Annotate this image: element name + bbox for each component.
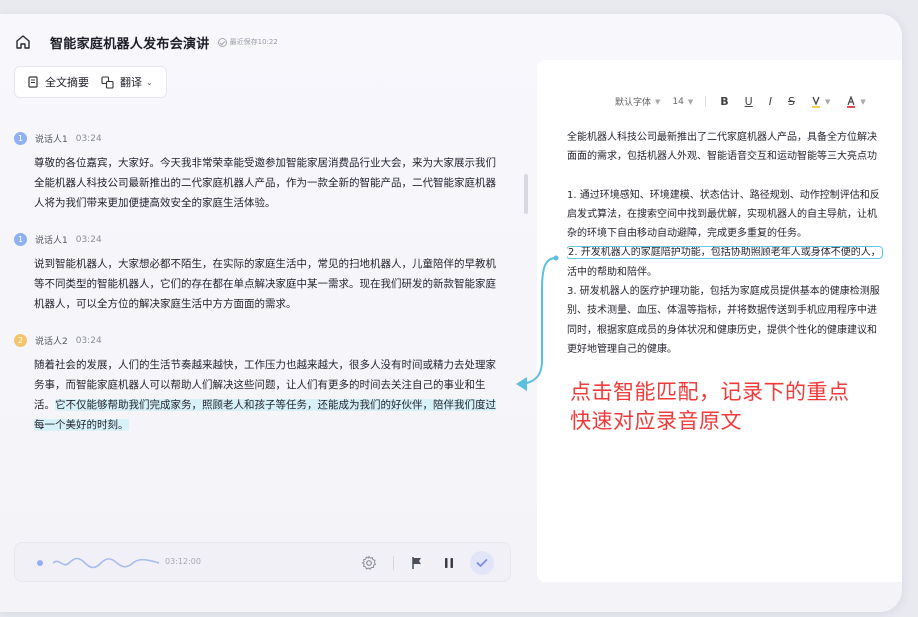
- check-icon: [476, 559, 488, 567]
- speaker-badge: 1: [14, 233, 27, 246]
- speaker-row: 1 说话人1 03:24: [14, 233, 510, 246]
- transcript-text: 尊敬的各位嘉宾，大家好。今天我非常荣幸能受邀参加智能家居消费品行业大会，来为大家…: [14, 153, 510, 213]
- document-body[interactable]: 全能机器人科技公司最新推出了二代家庭机器人产品，具备全方位解决 面面的需求，包括…: [567, 128, 902, 359]
- matched-doc-line[interactable]: 2. 开发机器人的家庭陪护功能，包括协助照顾老年人或身体不便的人，: [567, 246, 883, 260]
- doc-line: 更好地管理自己的健康。: [567, 343, 677, 355]
- doc-line: 全能机器人科技公司最新推出了二代家庭机器人产品，具备全方位解决: [567, 132, 877, 143]
- document-editor[interactable]: 默认字体 ▼ 14 ▼ B U I S ▼ ▼ 全能机器人科技公司最新推出了二代家庭…: [537, 60, 902, 582]
- chevron-down-icon: ▼: [687, 97, 694, 106]
- size-value: 14: [672, 96, 684, 107]
- audio-player: 03:12:00: [14, 542, 511, 582]
- strike-button[interactable]: S: [788, 95, 795, 108]
- font-value: 默认字体: [615, 98, 652, 108]
- doc-line: 同时，根据家庭成员的身体状况和健康历史，提供个性化的健康建议和: [567, 324, 877, 336]
- text-line: 随着社会的发展，人们的生活节奏越来越快，工作压力也越来越大，很多人没有时间或精力…: [34, 359, 496, 371]
- translate-label: 翻译: [120, 76, 142, 89]
- flag-icon[interactable]: [411, 556, 423, 570]
- gear-icon[interactable]: [361, 555, 377, 571]
- doc-blank-line: [567, 167, 902, 186]
- transcript-segment[interactable]: 1 说话人1 03:24 尊敬的各位嘉宾，大家好。今天我非常荣幸能受邀参加智能家…: [14, 132, 510, 213]
- annotation-note: 点击智能匹配，记录下的重点 快速对应录音原文: [570, 378, 850, 436]
- summary-button[interactable]: 全文摘要: [27, 74, 89, 90]
- text-color-button[interactable]: ▼: [846, 95, 866, 108]
- doc-line: 杂的环境下自由移动自动避障，完成更多重复的任务。: [567, 228, 807, 240]
- header: 智能家庭机器人发布会演讲 最近保存10:22: [14, 32, 278, 52]
- annotation-line: 快速对应录音原文: [570, 409, 742, 433]
- speaker-badge: 2: [14, 334, 27, 347]
- doc-line: 1. 通过环境感知、环境建模、状态估计、路径规划、动作控制评估和反: [567, 189, 880, 201]
- transcript-text: 说到智能机器人，大家想必都不陌生，在实际的家庭生活中，常见的扫地机器人，儿童陪伴…: [14, 254, 510, 314]
- doc-line: 启发式算法，在搜索空间中找到最优解，实现机器人的自主导航，让机: [567, 208, 877, 220]
- matched-highlight[interactable]: 它不仅能够帮助我们完成家务，照顾老人和孩子等任务，还能成为我们的好伙伴，陪伴我们…: [55, 399, 496, 411]
- text-line: 说到智能机器人，大家想必都不陌生，在实际的家庭生活中，常见的扫地机器人，儿童陪伴…: [34, 258, 496, 270]
- text-plain: 活。: [34, 399, 55, 411]
- chevron-down-icon: ⌄: [146, 77, 153, 87]
- text-line: 等不同类型的智能机器人，它们的存在都在单点解决家庭中某一需求。现在我们研发的新款…: [34, 278, 496, 290]
- transcript-scrollbar[interactable]: [524, 174, 528, 214]
- playhead-dot[interactable]: [37, 560, 43, 566]
- underline-button[interactable]: U: [745, 95, 753, 108]
- speaker-name: 说话人1: [35, 236, 68, 246]
- speaker-name: 说话人2: [35, 337, 68, 347]
- save-status: 最近保存10:22: [217, 37, 278, 47]
- size-select[interactable]: 14 ▼: [672, 97, 693, 107]
- speaker-time: 03:24: [75, 234, 102, 245]
- transcript: 1 说话人1 03:24 尊敬的各位嘉宾，大家好。今天我非常荣幸能受邀参加智能家…: [14, 132, 510, 455]
- check-circle-icon: [217, 37, 227, 47]
- app-window: 智能家庭机器人发布会演讲 最近保存10:22 全文摘要 翻译 ⌄ 1 说话人1 …: [0, 14, 902, 612]
- toolbar-divider: [705, 96, 707, 107]
- pause-icon[interactable]: [443, 557, 455, 569]
- text-line: 活。它不仅能够帮助我们完成家务，照顾老人和孩子等任务，还能成为我们的好伙伴，陪伴…: [34, 395, 510, 415]
- speaker-row: 2 说话人2 03:24: [14, 334, 510, 347]
- translate-button[interactable]: 翻译 ⌄: [101, 74, 153, 90]
- transcript-segment[interactable]: 1 说话人1 03:24 说到智能机器人，大家想必都不陌生，在实际的家庭生活中，…: [14, 233, 510, 314]
- save-status-text: 最近保存10:22: [229, 38, 278, 46]
- chevron-down-icon: ▼: [824, 97, 831, 106]
- finish-button[interactable]: [470, 551, 494, 575]
- translate-icon: [101, 75, 114, 89]
- italic-button[interactable]: I: [769, 95, 772, 108]
- player-time: 03:12:00: [165, 557, 201, 566]
- document-icon: [28, 76, 38, 88]
- text-line: 每一个美好的时刻。: [34, 415, 510, 435]
- speaker-badge: 1: [14, 132, 27, 145]
- waveform-icon[interactable]: [53, 555, 159, 571]
- text-color-icon: [847, 95, 856, 108]
- doc-line: 活中的帮助和陪伴。: [567, 266, 657, 278]
- transcript-text: 随着社会的发展，人们的生活节奏越来越快，工作压力也越来越大，很多人没有时间或精力…: [14, 355, 510, 435]
- text-line: 务事，而智能家庭机器人可以帮助人们解决这些问题，让人们有更多的时间去关注自己的事…: [34, 379, 486, 391]
- transcript-segment[interactable]: 2 说话人2 03:24 随着社会的发展，人们的生活节奏越来越快，工作压力也越来…: [14, 334, 510, 435]
- font-select[interactable]: 默认字体 ▼: [615, 95, 661, 109]
- speaker-time: 03:24: [75, 133, 102, 144]
- transcript-toolbar: 全文摘要 翻译 ⌄: [14, 66, 167, 98]
- home-icon[interactable]: [14, 33, 32, 51]
- page-title: 智能家庭机器人发布会演讲: [50, 36, 210, 52]
- annotation-line: 点击智能匹配，记录下的重点: [570, 380, 850, 404]
- chevron-down-icon: ▼: [655, 97, 661, 106]
- highlight-color-button[interactable]: ▼: [811, 96, 830, 108]
- text-line: 全能机器人科技公司最新推出的二代家庭机器人产品，作为一款全新的智能产品，二代智能…: [34, 177, 496, 189]
- bold-button[interactable]: B: [720, 95, 728, 108]
- text-line: 机器人，可以全方位的解决家庭生活中方方面面的需求。: [34, 298, 297, 310]
- highlighter-icon: [811, 96, 820, 108]
- doc-line: 面面的需求，包括机器人外观、智能语音交互和运动智能等三大亮点功: [567, 151, 877, 163]
- doc-line: 别、技术测量、血压、体温等指标，并将数据传送到手机应用程序中进: [567, 305, 877, 317]
- chevron-down-icon: ▼: [860, 97, 866, 106]
- text-line: 尊敬的各位嘉宾，大家好。今天我非常荣幸能受邀参加智能家居消费品行业大会，来为大家…: [34, 157, 496, 169]
- text-line: 人将为我们带来更加便捷高效安全的家庭生活体验。: [34, 197, 276, 209]
- speaker-name: 说话人1: [35, 135, 68, 145]
- doc-line: 3. 研发机器人的医疗护理功能，包括为家庭成员提供基本的健康检测服: [567, 286, 880, 298]
- matched-highlight[interactable]: 每一个美好的时刻。: [34, 419, 129, 431]
- summary-label: 全文摘要: [45, 76, 89, 89]
- player-divider: [393, 556, 394, 570]
- speaker-row: 1 说话人1 03:24: [14, 132, 510, 145]
- format-toolbar: 默认字体 ▼ 14 ▼ B U I S ▼ ▼: [615, 95, 882, 108]
- speaker-time: 03:24: [75, 335, 102, 346]
